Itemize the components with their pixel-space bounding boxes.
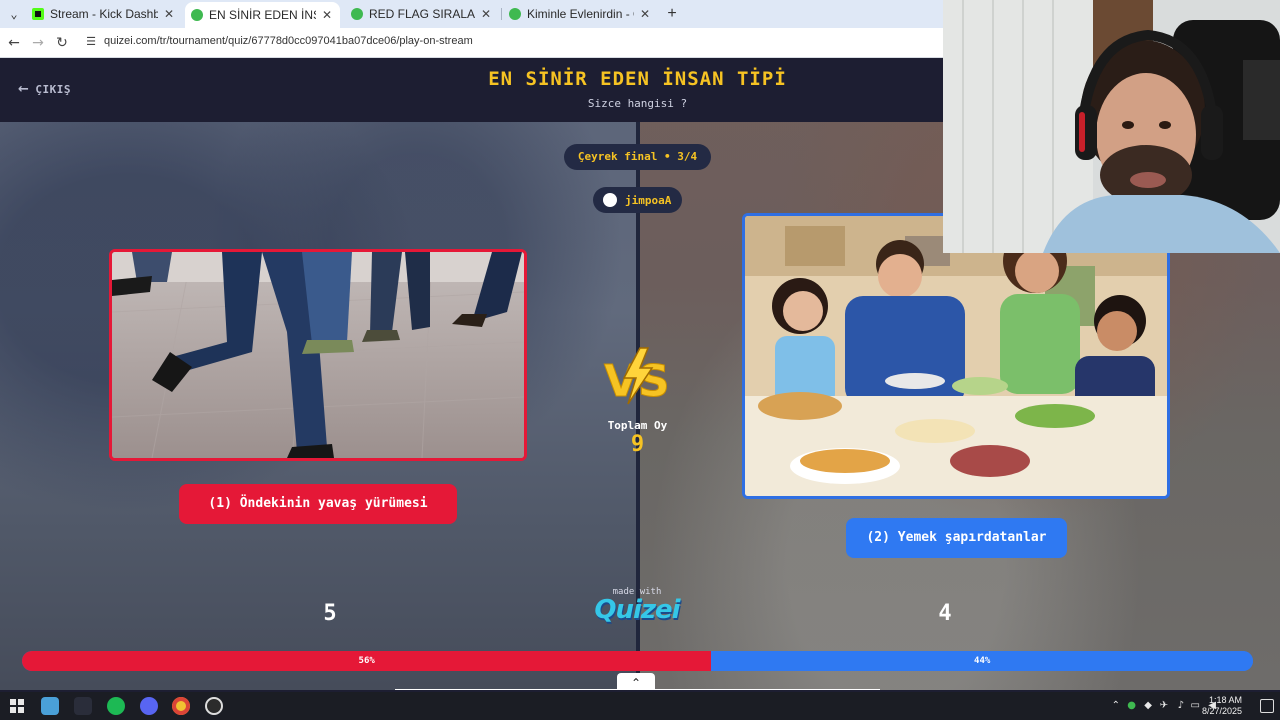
- windows-taskbar: ⌃ ● ◆ ✈ ♪ ▭ ◀ 1:18 AM 8/27/2025: [0, 692, 1280, 720]
- left-percent-bar: 56%: [22, 651, 712, 671]
- tab-separator: [501, 8, 502, 20]
- spotify-icon[interactable]: [107, 697, 125, 715]
- option-right-button[interactable]: (2) Yemek şapırdatanlar: [846, 518, 1067, 558]
- notification-icon[interactable]: [1260, 699, 1274, 713]
- app-icon[interactable]: [41, 697, 59, 715]
- user-name: jimpoaA: [625, 193, 672, 207]
- quizei-favicon-icon: [351, 8, 363, 20]
- quizei-favicon-icon: [509, 8, 521, 20]
- clock-time: 1:18 AM: [1208, 695, 1242, 705]
- webcam-overlay: [943, 0, 1280, 253]
- system-clock[interactable]: 1:18 AM 8/27/2025: [1202, 695, 1242, 717]
- tray-overflow-icon[interactable]: ⌃: [1112, 700, 1120, 711]
- close-tab-icon[interactable]: ✕: [479, 7, 493, 21]
- tray-app-icon[interactable]: ✈: [1160, 700, 1168, 711]
- quizei-favicon-icon: [191, 9, 203, 21]
- forward-button[interactable]: →: [28, 33, 48, 53]
- tray-app-icon[interactable]: ◆: [1144, 700, 1152, 711]
- clock-date: 8/27/2025: [1201, 706, 1242, 716]
- option-left-image[interactable]: [109, 249, 527, 461]
- bottom-panel-edge: [395, 689, 880, 690]
- right-vote-count: 4: [938, 601, 952, 626]
- discord-icon[interactable]: [140, 697, 158, 715]
- browser-tab-strip: ⌄ Stream - Kick Dashboard ✕ EN SİNİR EDE…: [0, 0, 943, 28]
- kick-favicon-icon: [32, 8, 44, 20]
- left-vote-count: 5: [323, 601, 337, 626]
- close-tab-icon[interactable]: ✕: [320, 8, 334, 22]
- microphone-icon[interactable]: ♪: [1178, 700, 1184, 711]
- tab-kiminle-evlenirdin[interactable]: Kiminle Evlenirdin - Quizei ✕: [503, 2, 658, 26]
- reload-button[interactable]: ↻: [52, 33, 72, 53]
- right-percent-bar: 44%: [711, 651, 1253, 671]
- obs-icon[interactable]: [205, 697, 223, 715]
- family-dinner-image: [745, 216, 1167, 496]
- app-icon[interactable]: [74, 697, 92, 715]
- tab-kick-dashboard[interactable]: Stream - Kick Dashboard ✕: [26, 2, 182, 26]
- tray-status-icon[interactable]: ●: [1127, 700, 1136, 711]
- url-field[interactable]: quizei.com/tr/tournament/quiz/67778d0cc0…: [104, 35, 473, 47]
- round-badge: Çeyrek final • 3/4: [564, 144, 711, 170]
- address-bar: ← → ↻ ☰ quizei.com/tr/tournament/quiz/67…: [0, 28, 943, 58]
- total-votes-label: Toplam Oy: [607, 419, 668, 432]
- vote-progress-bar: 56% 44%: [22, 651, 1253, 671]
- walking-people-image: [112, 252, 524, 458]
- network-icon[interactable]: ▭: [1191, 700, 1200, 711]
- total-votes-value: 9: [630, 432, 645, 457]
- user-avatar: [603, 193, 617, 207]
- option-right-image[interactable]: [742, 213, 1170, 499]
- chrome-icon[interactable]: [172, 697, 190, 715]
- quizei-logo: Quizei: [594, 595, 680, 625]
- tab-quiz-current[interactable]: EN SİNİR EDEN İNSAN TİPİ - Qu ✕: [185, 2, 340, 28]
- site-info-icon[interactable]: ☰: [84, 35, 98, 49]
- tab-search-icon[interactable]: ⌄: [4, 4, 24, 24]
- streamer-webcam-image: [943, 0, 1280, 253]
- close-tab-icon[interactable]: ✕: [162, 7, 176, 21]
- new-tab-button[interactable]: +: [662, 4, 682, 24]
- close-tab-icon[interactable]: ✕: [638, 7, 652, 21]
- tab-red-flag[interactable]: RED FLAG SIRALAMASI - Quizei ✕: [345, 2, 499, 26]
- windows-start-icon[interactable]: [8, 697, 26, 715]
- chevron-up-icon[interactable]: ⌃: [617, 673, 655, 690]
- option-left-button[interactable]: (1) Öndekinin yavaş yürümesi: [179, 484, 457, 524]
- vs-lightning-icon: VS: [604, 347, 670, 408]
- back-button[interactable]: ←: [4, 33, 24, 53]
- user-badge: jimpoaA: [593, 187, 682, 213]
